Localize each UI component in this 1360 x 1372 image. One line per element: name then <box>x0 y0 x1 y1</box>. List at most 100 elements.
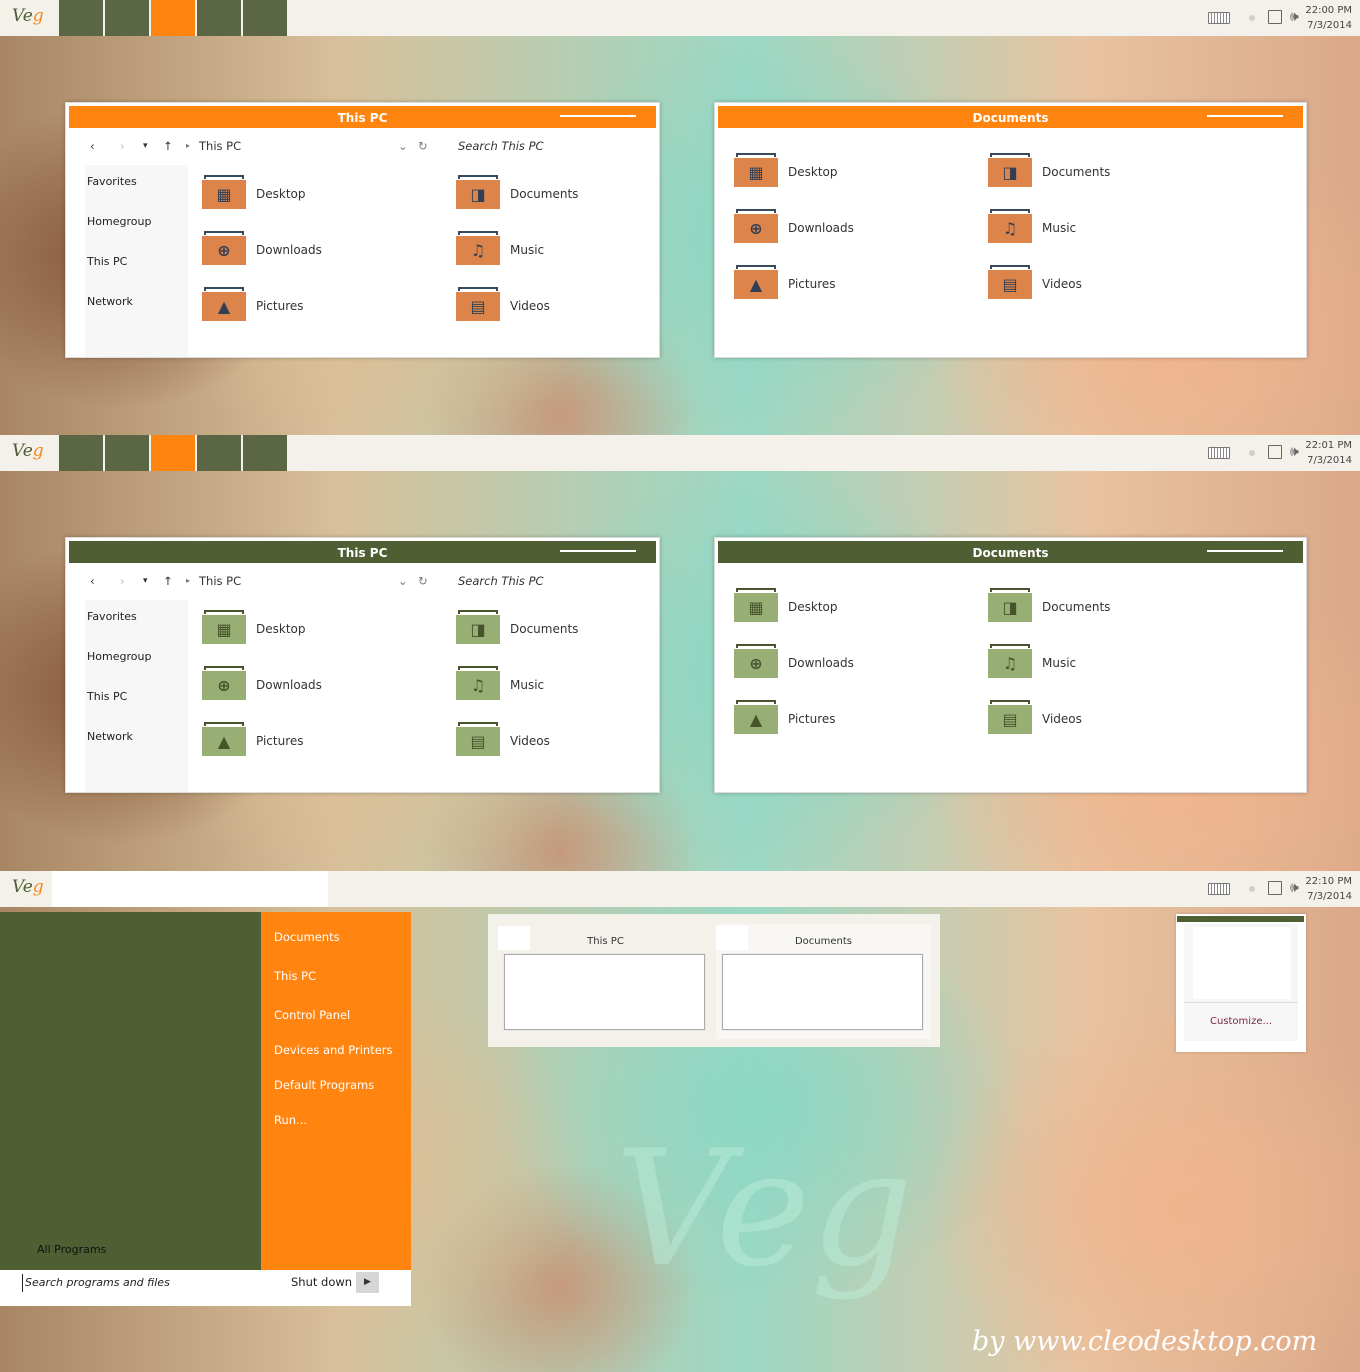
speaker-icon[interactable]: 🕪 <box>1290 444 1299 460</box>
start-button[interactable]: Veg <box>12 6 44 26</box>
task-button[interactable] <box>243 435 287 471</box>
minimize-line-icon[interactable] <box>1207 550 1283 552</box>
up-button[interactable]: ↑ <box>163 139 173 153</box>
clock-date: 7/3/2014 <box>1307 20 1352 31</box>
desktop-icon: ▦ <box>202 610 246 644</box>
folder-item-documents[interactable]: ◨ Documents <box>456 175 686 211</box>
minimize-line-icon[interactable] <box>560 115 636 117</box>
window-titlebar[interactable]: Documents <box>718 541 1303 563</box>
folder-item-documents[interactable]: ◨ Documents <box>988 588 1218 624</box>
minimize-line-icon[interactable] <box>1207 115 1283 117</box>
window-titlebar[interactable]: This PC <box>69 541 656 563</box>
sidebar-item-network[interactable]: Network <box>87 730 133 743</box>
folder-item-videos[interactable]: ▤ Videos <box>456 722 686 758</box>
back-button[interactable]: ‹ <box>90 574 95 588</box>
status-dot-icon[interactable] <box>1249 450 1255 456</box>
start-item-this-pc[interactable]: This PC <box>274 969 316 983</box>
start-button[interactable]: Veg <box>12 441 44 461</box>
keyboard-icon[interactable] <box>1208 12 1230 24</box>
clock[interactable]: 22:00 PM 7/3/2014 <box>1305 3 1352 33</box>
folder-item-pictures[interactable]: ▲ Pictures <box>734 265 964 301</box>
window-titlebar[interactable]: Documents <box>718 106 1303 128</box>
address-bar[interactable]: This PC <box>199 139 241 153</box>
start-search-area[interactable] <box>52 871 328 907</box>
speaker-icon[interactable]: 🕪 <box>1290 9 1299 25</box>
folder-item-downloads[interactable]: ⊕ Downloads <box>202 231 432 267</box>
folder-item-music[interactable]: ♫ Music <box>988 209 1218 245</box>
network-icon[interactable] <box>1268 881 1282 895</box>
task-button[interactable] <box>197 0 241 36</box>
folder-item-desktop[interactable]: ▦ Desktop <box>734 153 964 189</box>
status-dot-icon[interactable] <box>1249 15 1255 21</box>
search-input[interactable]: Search This PC <box>458 574 544 588</box>
recent-locations-button[interactable]: ▾ <box>143 141 148 151</box>
clock[interactable]: 22:10 PM 7/3/2014 <box>1305 874 1352 904</box>
task-button-active[interactable] <box>151 0 195 36</box>
sidebar-item-network[interactable]: Network <box>87 295 133 308</box>
network-icon[interactable] <box>1268 445 1282 459</box>
task-button[interactable] <box>105 435 149 471</box>
folder-item-music[interactable]: ♫ Music <box>456 231 686 267</box>
refresh-button[interactable]: ↻ <box>418 139 428 153</box>
start-item-control-panel[interactable]: Control Panel <box>274 1008 350 1022</box>
folder-item-desktop[interactable]: ▦ Desktop <box>734 588 964 624</box>
up-button[interactable]: ↑ <box>163 574 173 588</box>
folder-item-desktop[interactable]: ▦ Desktop <box>202 175 432 211</box>
folder-item-pictures[interactable]: ▲ Pictures <box>734 700 964 736</box>
forward-button[interactable]: › <box>120 574 125 588</box>
folder-item-videos[interactable]: ▤ Videos <box>988 265 1218 301</box>
folder-item-videos[interactable]: ▤ Videos <box>456 287 686 323</box>
address-dropdown-button[interactable]: ⌄ <box>398 574 408 588</box>
folder-item-music[interactable]: ♫ Music <box>456 666 686 702</box>
sidebar-item-this-pc[interactable]: This PC <box>87 690 127 703</box>
refresh-button[interactable]: ↻ <box>418 574 428 588</box>
sidebar-item-favorites[interactable]: Favorites <box>87 610 137 623</box>
all-programs-button[interactable]: All Programs <box>37 1243 106 1256</box>
address-dropdown-button[interactable]: ⌄ <box>398 139 408 153</box>
forward-button[interactable]: › <box>120 139 125 153</box>
folder-item-documents[interactable]: ◨ Documents <box>988 153 1218 189</box>
folder-item-music[interactable]: ♫ Music <box>988 644 1218 680</box>
customize-link[interactable]: Customize... <box>1184 1016 1298 1027</box>
sidebar-item-homegroup[interactable]: Homegroup <box>87 215 151 228</box>
speaker-icon[interactable]: 🕪 <box>1290 880 1299 896</box>
sidebar-item-favorites[interactable]: Favorites <box>87 175 137 188</box>
folder-item-documents[interactable]: ◨ Documents <box>456 610 686 646</box>
sidebar-item-homegroup[interactable]: Homegroup <box>87 650 151 663</box>
task-button[interactable] <box>197 435 241 471</box>
start-item-documents[interactable]: Documents <box>274 930 340 944</box>
folder-item-downloads[interactable]: ⊕ Downloads <box>734 209 964 245</box>
thumbnail-this-pc[interactable]: This PC <box>498 924 713 1039</box>
minimize-line-icon[interactable] <box>560 550 636 552</box>
status-dot-icon[interactable] <box>1249 886 1255 892</box>
clock[interactable]: 22:01 PM 7/3/2014 <box>1305 438 1352 468</box>
task-button[interactable] <box>243 0 287 36</box>
sidebar-item-this-pc[interactable]: This PC <box>87 255 127 268</box>
start-button[interactable]: Veg <box>12 877 44 897</box>
folder-item-downloads[interactable]: ⊕ Downloads <box>202 666 432 702</box>
address-bar[interactable]: This PC <box>199 574 241 588</box>
start-item-run[interactable]: Run... <box>274 1113 307 1127</box>
program-search-input[interactable]: Search programs and files <box>22 1274 170 1292</box>
task-button[interactable] <box>105 0 149 36</box>
folder-item-pictures[interactable]: ▲ Pictures <box>202 722 432 758</box>
start-item-devices-printers[interactable]: Devices and Printers <box>274 1043 393 1057</box>
folder-item-videos[interactable]: ▤ Videos <box>988 700 1218 736</box>
keyboard-icon[interactable] <box>1208 883 1230 895</box>
recent-locations-button[interactable]: ▾ <box>143 576 148 586</box>
task-button[interactable] <box>59 435 103 471</box>
thumbnail-documents[interactable]: Documents <box>716 924 931 1039</box>
task-button[interactable] <box>59 0 103 36</box>
folder-item-desktop[interactable]: ▦ Desktop <box>202 610 432 646</box>
task-button-active[interactable] <box>151 435 195 471</box>
network-icon[interactable] <box>1268 10 1282 24</box>
shutdown-button[interactable]: Shut down <box>291 1275 352 1289</box>
start-item-default-programs[interactable]: Default Programs <box>274 1078 374 1092</box>
folder-item-downloads[interactable]: ⊕ Downloads <box>734 644 964 680</box>
shutdown-options-arrow-icon[interactable]: ▶ <box>356 1272 379 1293</box>
back-button[interactable]: ‹ <box>90 139 95 153</box>
folder-item-pictures[interactable]: ▲ Pictures <box>202 287 432 323</box>
window-titlebar[interactable]: This PC <box>69 106 656 128</box>
search-input[interactable]: Search This PC <box>458 139 544 153</box>
keyboard-icon[interactable] <box>1208 447 1230 459</box>
